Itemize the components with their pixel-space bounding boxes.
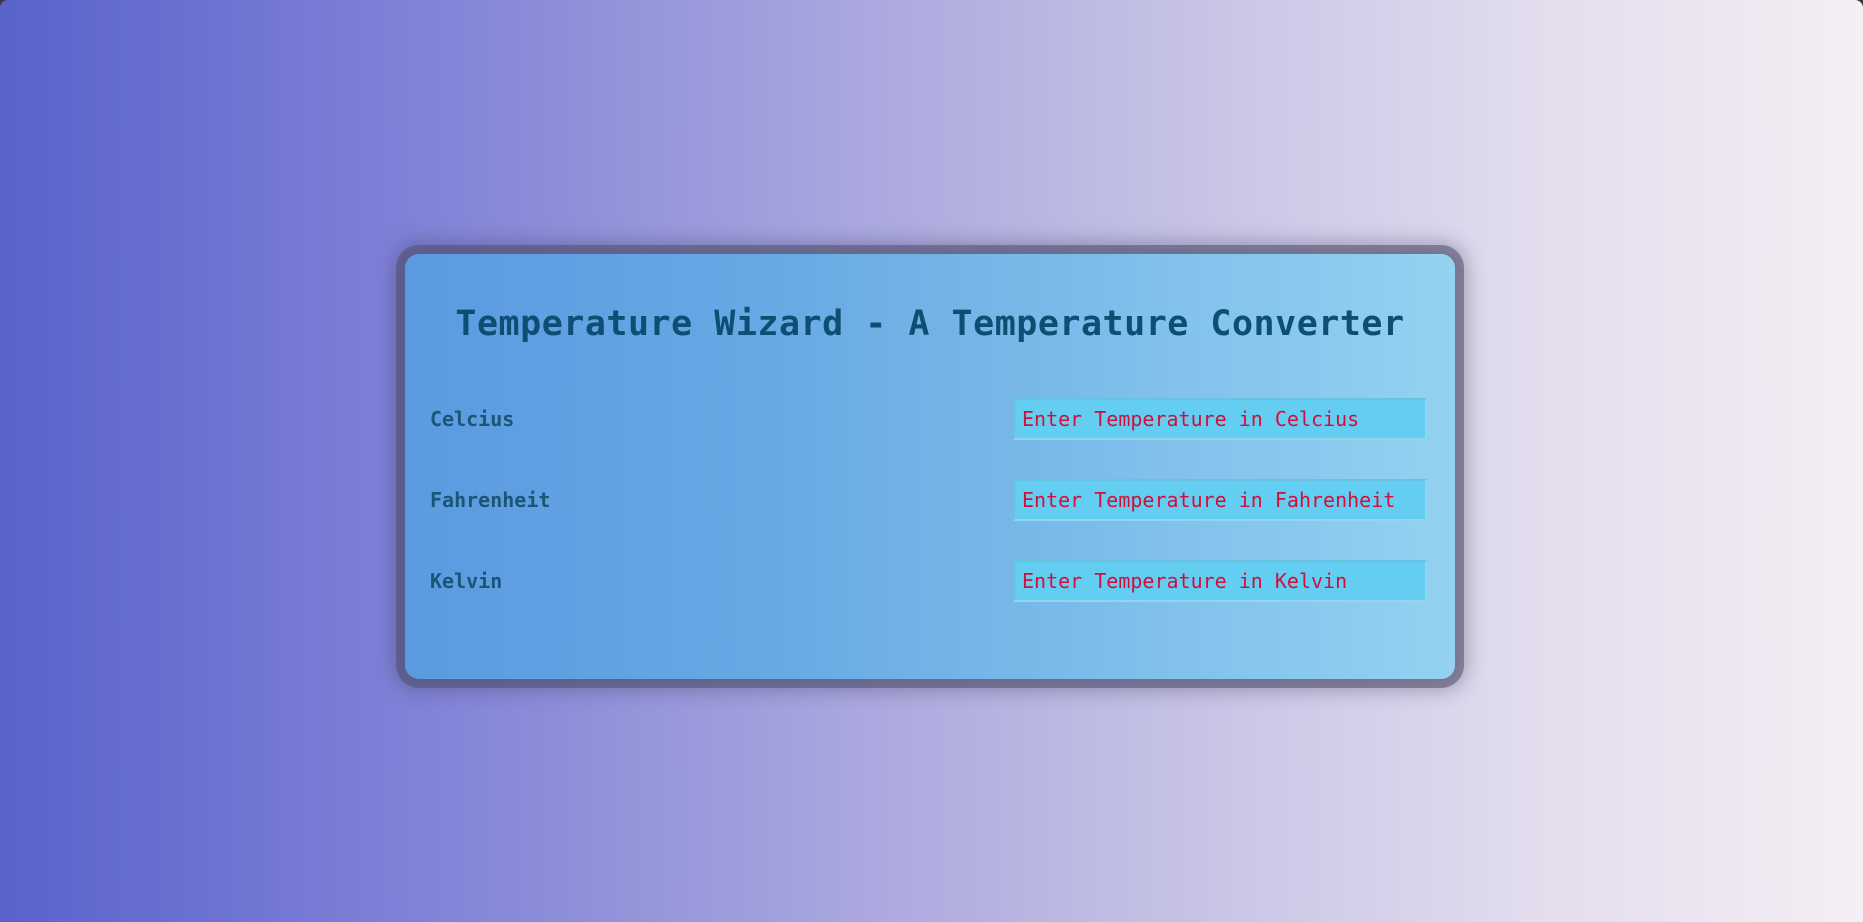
fahrenheit-row: Fahrenheit xyxy=(405,478,1455,522)
fahrenheit-label: Fahrenheit xyxy=(430,488,551,512)
kelvin-input[interactable] xyxy=(1013,560,1427,602)
kelvin-row: Kelvin xyxy=(405,559,1455,603)
fahrenheit-input[interactable] xyxy=(1013,479,1427,521)
page-background: Temperature Wizard - A Temperature Conve… xyxy=(0,0,1863,922)
kelvin-label: Kelvin xyxy=(430,569,503,593)
celcius-label: Celcius xyxy=(430,407,515,431)
celcius-input[interactable] xyxy=(1013,398,1427,440)
converter-card: Temperature Wizard - A Temperature Conve… xyxy=(405,254,1455,679)
page-title: Temperature Wizard - A Temperature Conve… xyxy=(455,304,1405,344)
celcius-row: Celcius xyxy=(405,397,1455,441)
